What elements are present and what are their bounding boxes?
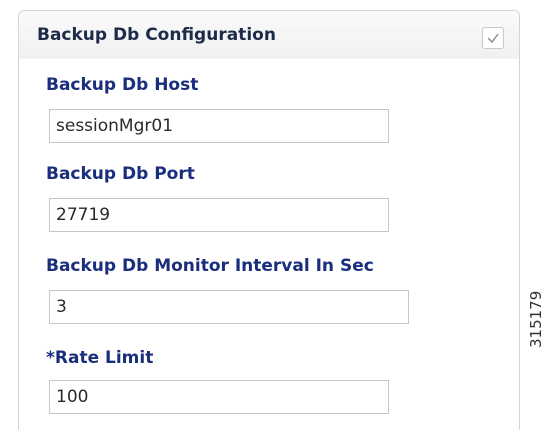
backup-db-host-label: Backup Db Host xyxy=(46,75,199,95)
figure-id: 315179 xyxy=(527,278,549,348)
panel-header-checkbox[interactable] xyxy=(482,27,504,49)
backup-db-port-label: Backup Db Port xyxy=(46,164,195,184)
figure-id-text: 315179 xyxy=(527,290,545,348)
backup-db-monitor-interval-input[interactable] xyxy=(49,290,409,324)
rate-limit-input[interactable] xyxy=(49,380,389,414)
backup-db-host-input[interactable] xyxy=(49,109,389,143)
backup-db-port-input[interactable] xyxy=(49,198,389,232)
backup-db-monitor-interval-label: Backup Db Monitor Interval In Sec xyxy=(46,256,374,276)
page: Backup Db Configuration Backup Db Host B… xyxy=(0,0,556,430)
checkmark-icon xyxy=(487,33,499,44)
panel-title: Backup Db Configuration xyxy=(37,25,276,45)
panel-header: Backup Db Configuration xyxy=(19,11,519,59)
rate-limit-label: *Rate Limit xyxy=(46,348,154,368)
